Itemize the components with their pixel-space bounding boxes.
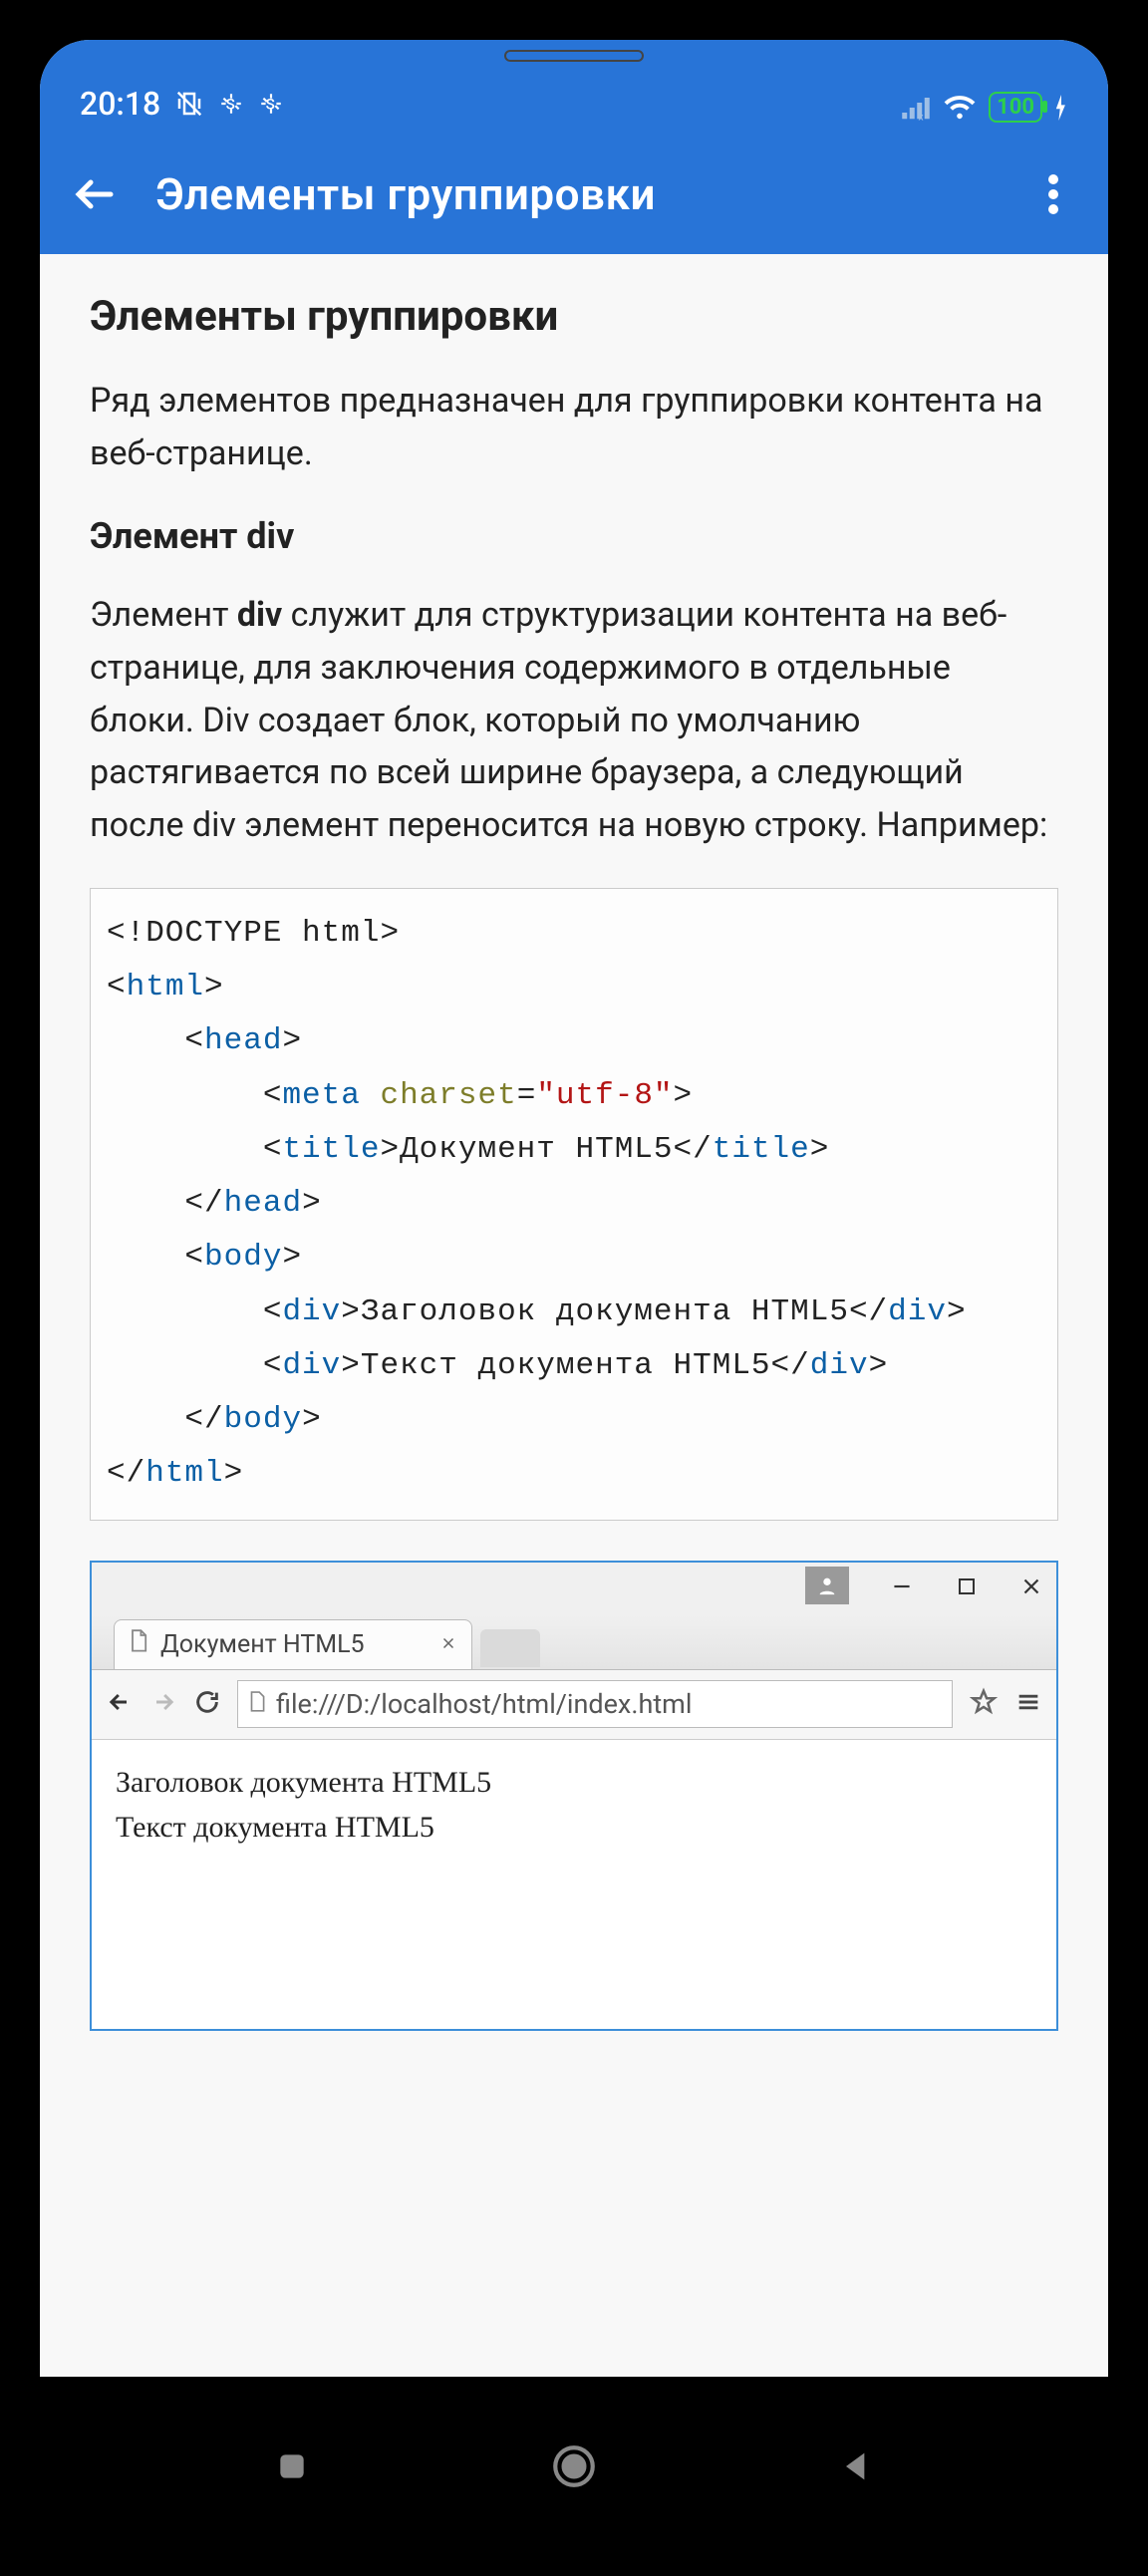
browser-viewport: Заголовок документа HTML5 Текст документ… [92, 1740, 1056, 2029]
article-content: Элементы группировки Ряд элементов предн… [40, 254, 1108, 2081]
close-icon [1018, 1574, 1044, 1603]
recents-button[interactable] [262, 2436, 322, 2496]
reload-icon [193, 1688, 221, 1720]
url-text: file:///D:/localhost/html/index.html [276, 1688, 692, 1720]
tab-close-icon [439, 1630, 457, 1659]
charging-icon [1054, 95, 1068, 121]
page-heading: Элементы группировки [90, 292, 1058, 341]
browser-screenshot: Документ HTML5 file:///D:/localhost/html… [90, 1561, 1058, 2031]
status-time: 20:18 [80, 85, 160, 123]
wifi-icon [943, 94, 977, 122]
sub-heading: Элемент div [90, 515, 1058, 557]
code-example: <!DOCTYPE html> <html> <head> <meta char… [90, 888, 1058, 1521]
nav-back-button[interactable] [826, 2436, 886, 2496]
svg-text:S: S [226, 95, 235, 113]
svg-text:x: x [919, 112, 924, 121]
address-bar: file:///D:/localhost/html/index.html [237, 1680, 953, 1728]
nav-forward-icon [149, 1688, 177, 1720]
battery-indicator: 100 [989, 92, 1042, 123]
screen: 20:18 S S x 100 [40, 40, 1108, 2377]
phone-frame: 20:18 S S x 100 [20, 20, 1128, 2556]
svg-text:S: S [266, 95, 275, 113]
browser-tab: Документ HTML5 [114, 1619, 472, 1669]
div-description: Элемент div служит для структуризации ко… [90, 589, 1058, 851]
window-controls [92, 1563, 1056, 1614]
maximize-icon [955, 1574, 979, 1602]
signal-icon: x [901, 95, 931, 121]
more-options-button[interactable] [1018, 159, 1088, 229]
page-proto-icon [248, 1688, 266, 1720]
back-button[interactable] [60, 159, 130, 229]
vibrate-off-icon [174, 89, 204, 119]
app-bar-title: Элементы группировки [155, 168, 993, 220]
page-icon [129, 1629, 148, 1660]
nav-back-icon [106, 1688, 134, 1720]
new-tab-ghost [480, 1629, 540, 1667]
profile-icon [805, 1567, 849, 1604]
intro-paragraph: Ряд элементов предназначен для группиров… [90, 375, 1058, 479]
app-bar: Элементы группировки [40, 135, 1108, 254]
minimize-icon [889, 1574, 915, 1603]
home-button[interactable] [544, 2436, 604, 2496]
battery-level: 100 [997, 95, 1034, 120]
sync-icon: S [218, 91, 244, 117]
rendered-line-2: Текст документа HTML5 [116, 1805, 1032, 1850]
tab-title: Документ HTML5 [160, 1630, 365, 1659]
sync-icon-2: S [258, 91, 284, 117]
rendered-line-1: Заголовок документа HTML5 [116, 1760, 1032, 1805]
speaker-grille [504, 50, 644, 62]
system-nav-bar [40, 2377, 1108, 2556]
star-icon [969, 1687, 999, 1721]
hamburger-icon [1014, 1688, 1042, 1720]
browser-toolbar: file:///D:/localhost/html/index.html [92, 1670, 1056, 1740]
